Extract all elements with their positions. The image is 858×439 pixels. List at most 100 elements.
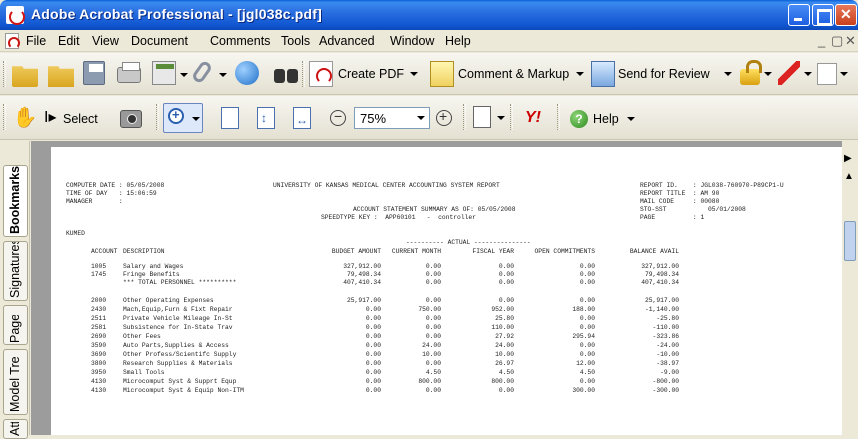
help-icon[interactable]: ? [570,110,588,128]
secure-icon[interactable] [740,60,762,85]
sign-dropdown-icon[interactable] [804,72,812,76]
scrollbar-thumb[interactable] [844,221,856,261]
yahoo-search-icon[interactable]: Y! [520,105,546,131]
table-cell: -110.00 [652,324,679,331]
table-cell: 4.50 [579,369,595,376]
fit-page-icon[interactable] [257,107,275,129]
table-cell: -323.86 [652,333,679,340]
table-cell: 26.97 [495,360,514,367]
expand-pane-icon[interactable]: ▶ [844,153,856,165]
menu-window[interactable]: Window [390,34,434,48]
maximize-button[interactable] [812,4,834,26]
minimize-button[interactable] [788,4,810,26]
unit-name: KUMED [66,230,85,237]
table-cell: 0.00 [579,378,595,385]
table-cell: 2690 [91,333,107,340]
toolbar-grip[interactable] [463,104,466,130]
document-view[interactable]: COMPUTER DATE : 05/05/2008 TIME OF DAY :… [31,141,842,435]
close-button[interactable] [835,4,857,26]
menu-document[interactable]: Document [131,34,188,48]
tab-signatures[interactable]: Signatures [3,241,28,301]
select-tool-button[interactable]: Select [63,112,98,126]
doc-minimize-icon[interactable]: _ [818,33,825,48]
menu-advanced[interactable]: Advanced [319,34,375,48]
open-icon[interactable] [12,66,38,87]
table-cell: 0.00 [579,279,595,286]
table-cell: 4130 [91,387,107,394]
tab-pages[interactable]: Pages [3,305,28,345]
vertical-scrollbar[interactable]: ▶ ▲ [842,141,858,435]
hand-tool-icon[interactable]: ✋ [12,105,38,131]
menu-help[interactable]: Help [445,34,471,48]
help-dropdown-icon[interactable] [627,117,635,121]
tab-attachments[interactable]: Attachments [3,419,28,439]
column-header: CURRENT MONTH [391,248,441,255]
menu-tools[interactable]: Tools [281,34,310,48]
table-cell: 25,917.00 [644,297,679,304]
fit-width-icon[interactable] [293,107,311,129]
document-menu-icon[interactable] [5,33,20,49]
table-cell: -24.00 [656,342,679,349]
doc-close-icon[interactable]: ✕ [845,33,856,49]
table-cell: 0.00 [498,297,514,304]
save-icon[interactable] [83,61,105,85]
review-dropdown-icon[interactable] [724,72,732,76]
table-cell: Salary and Wages [123,263,184,270]
toolbar-grip[interactable] [3,104,6,130]
zoom-in-tool-button[interactable] [163,103,203,133]
comment-dropdown-icon[interactable] [576,72,584,76]
toolbar-grip[interactable] [557,104,560,130]
zoom-out-icon[interactable] [330,108,346,126]
comment-markup-button[interactable]: Comment & Markup [458,67,569,81]
zoom-dropdown-icon[interactable] [192,117,200,121]
print-icon[interactable] [117,62,141,83]
actual-size-icon[interactable] [221,107,239,129]
menu-comments[interactable]: Comments [210,34,270,48]
title-bar[interactable]: Adobe Acrobat Professional - [jgl038c.pd… [0,0,858,30]
help-button[interactable]: Help [593,112,619,126]
create-pdf-icon[interactable] [309,61,333,87]
menu-edit[interactable]: Edit [58,34,80,48]
email-icon[interactable] [235,61,259,85]
create-pdf-dropdown-icon[interactable] [410,72,418,76]
page-operations-dropdown-icon[interactable] [497,116,505,120]
find-icon[interactable] [273,61,299,87]
attach-icon[interactable] [190,59,214,85]
table-cell: 800.00 [418,378,441,385]
toolbar-grip[interactable] [3,61,6,87]
zoom-level-field[interactable]: 75% [354,107,430,129]
table-cell: 0.00 [425,279,441,286]
zoom-level-dropdown[interactable] [413,108,429,128]
forms-icon[interactable] [817,63,837,85]
toolbar-grip[interactable] [156,104,159,130]
comment-icon[interactable] [430,61,454,87]
sign-icon[interactable] [778,61,800,85]
forms-dropdown-icon[interactable] [840,72,848,76]
menu-file[interactable]: File [26,34,46,48]
time-of-day: TIME OF DAY : 15:06:59 [66,190,157,197]
menu-view[interactable]: View [92,34,119,48]
select-tool-icon[interactable]: I▸ [44,105,60,131]
secure-dropdown-icon[interactable] [764,72,772,76]
table-cell: Small Tools [123,369,165,376]
send-review-icon[interactable] [591,61,615,87]
tab-bookmarks[interactable]: Bookmarks [3,165,28,237]
report-id: REPORT ID. : JGL038-760970-P89CP1-U [640,182,784,189]
zoom-in-icon[interactable] [436,108,452,126]
create-pdf-button[interactable]: Create PDF [338,67,404,81]
organizer-icon[interactable] [48,66,74,87]
tasks-dropdown-icon[interactable] [180,73,188,77]
tab-model-tree[interactable]: Model Tree [3,349,28,415]
table-cell: 24.00 [495,342,514,349]
tasks-icon[interactable] [152,61,176,85]
toolbar-grip[interactable] [302,61,305,87]
scroll-up-icon[interactable]: ▲ [844,171,856,183]
toolbar-grip[interactable] [510,104,513,130]
table-cell: -25.80 [656,315,679,322]
attach-dropdown-icon[interactable] [219,73,227,77]
doc-restore-icon[interactable]: ▢ [831,33,843,49]
send-for-review-button[interactable]: Send for Review [618,67,710,81]
table-cell: 0.00 [579,351,595,358]
snapshot-tool-icon[interactable] [120,110,142,128]
page-operations-icon[interactable] [473,106,491,128]
